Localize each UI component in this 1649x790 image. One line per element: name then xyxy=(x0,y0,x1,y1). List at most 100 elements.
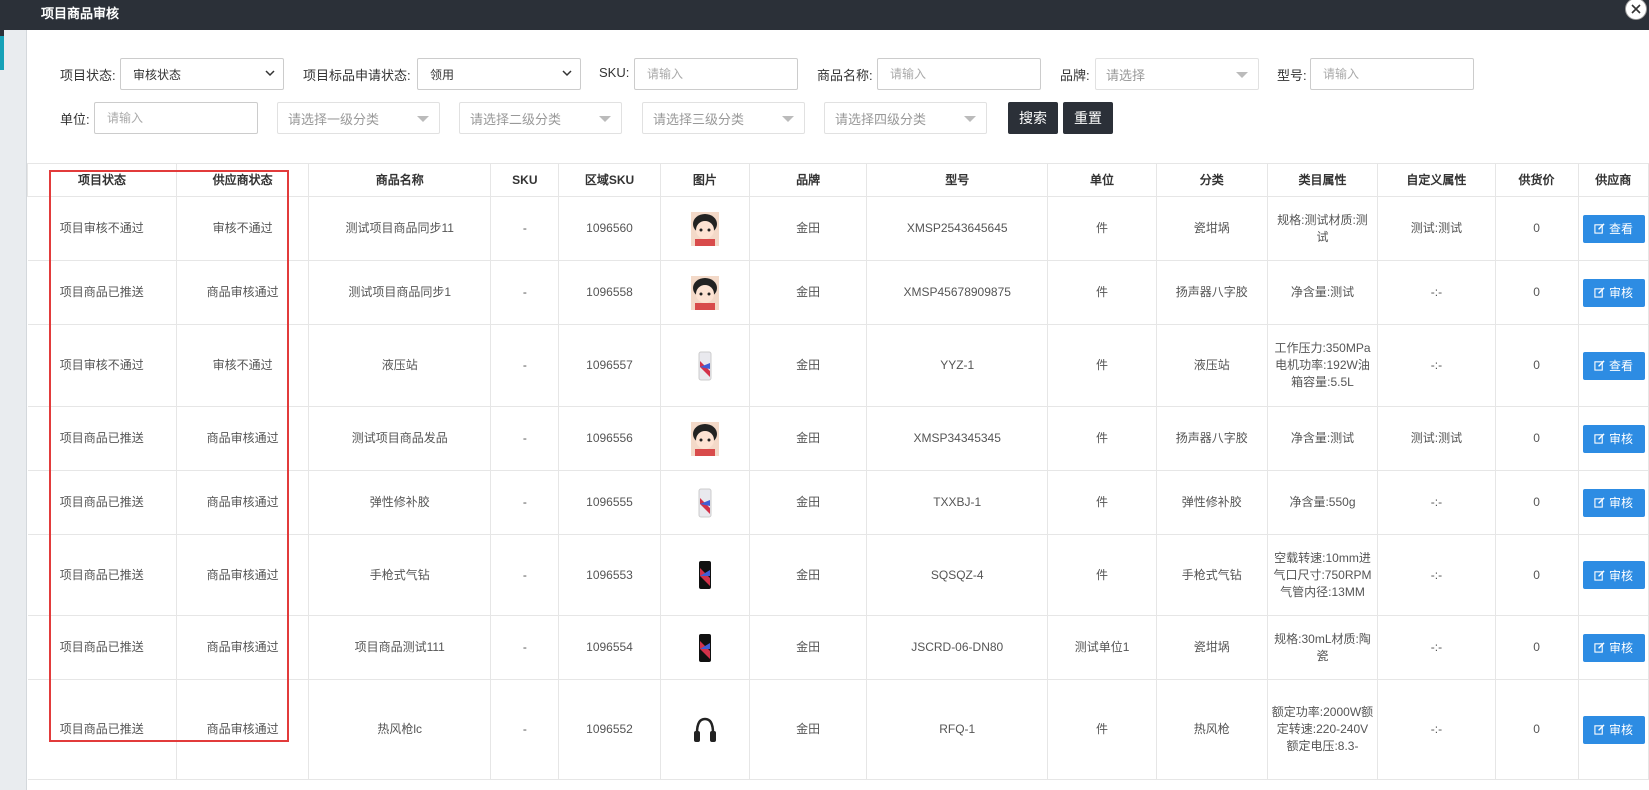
row-sku: - xyxy=(490,196,560,261)
category-level3-select[interactable]: 请选择三级分类 xyxy=(642,102,805,134)
row-sku-text: - xyxy=(522,431,527,445)
row-product-name: 测试项目商品同步1 xyxy=(308,260,492,325)
brand-select[interactable]: 请选择 xyxy=(1095,58,1259,90)
row-product-name: 手枪式气钻 xyxy=(308,534,492,616)
close-icon[interactable] xyxy=(1625,0,1647,20)
row-unit-text: 件 xyxy=(1096,431,1109,445)
product-thumbnail xyxy=(693,717,716,742)
row-product-name-text: 测试项目商品同步11 xyxy=(345,221,454,235)
row-custom-attrs-text: -:- xyxy=(1430,358,1443,372)
row-supplier-status: 商品审核通过 xyxy=(176,406,310,471)
product-thumbnail xyxy=(698,561,711,589)
row-supply-price-text: 0 xyxy=(1533,722,1540,736)
product-thumbnail xyxy=(690,421,719,456)
table-header-row: 项目状态 供应商状态 商品名称 SKU 区域SKU 图片 品牌 型号 单位 分类… xyxy=(26,163,1649,197)
row-unit: 件 xyxy=(1047,196,1157,261)
unit-input[interactable] xyxy=(94,102,258,134)
view-button[interactable]: 查看 xyxy=(1582,214,1645,243)
row-category-attrs: 净含量:550g xyxy=(1266,470,1379,535)
project-status-select[interactable]: 审核状态 xyxy=(120,58,284,90)
row-product-name: 液压站 xyxy=(308,324,492,407)
row-model: SQSQZ-4 xyxy=(866,534,1049,616)
row-product-name: 弹性修补胶 xyxy=(308,470,492,535)
row-category: 瓷坩埚 xyxy=(1155,196,1268,261)
row-brand: 金田 xyxy=(749,196,868,261)
row-region-sku: 1096556 xyxy=(558,406,661,471)
row-category-text: 扬声器八字胶 xyxy=(1175,285,1248,299)
row-sku: - xyxy=(490,615,560,680)
row-category: 瓷坩埚 xyxy=(1155,615,1268,680)
row-brand: 金田 xyxy=(749,324,868,407)
brand-label: 品牌: xyxy=(1060,68,1090,83)
row-category-attrs: 规格:30mL材质:陶瓷 xyxy=(1266,615,1379,680)
action-label: 查看 xyxy=(1609,222,1634,236)
row-supplier-status-text: 商品审核通过 xyxy=(206,567,279,582)
row-unit: 件 xyxy=(1047,679,1157,780)
row-category-attrs: 额定功率:2000W额定转速:220-240V额定电压:8.3- xyxy=(1266,679,1379,780)
product-name-input[interactable] xyxy=(877,58,1041,90)
unit-label: 单位: xyxy=(60,112,90,127)
category-level1-select[interactable]: 请选择一级分类 xyxy=(277,102,440,134)
row-supplier-action: 审核 xyxy=(1577,406,1649,471)
row-custom-attrs-text: -:- xyxy=(1430,640,1443,654)
col-product-name: 商品名称 xyxy=(308,163,492,197)
row-supplier-status-text: 审核不通过 xyxy=(212,358,273,372)
table-row: 项目商品已推送 商品审核通过 测试项目商品发品 - 1096556 金田 XMSP34345… xyxy=(27,406,1649,471)
row-custom-attrs-text: -:- xyxy=(1430,722,1443,736)
row-custom-attrs: -:- xyxy=(1377,324,1496,407)
review-button[interactable]: 审核 xyxy=(1582,278,1645,307)
row-image xyxy=(659,196,751,261)
row-category-attrs-text: 额定功率:2000W额定转速:220-240V额定电压:8.3- xyxy=(1271,705,1374,753)
review-button[interactable]: 审核 xyxy=(1582,424,1645,453)
row-supplier-action: 审核 xyxy=(1577,679,1649,780)
review-button[interactable]: 审核 xyxy=(1582,561,1645,589)
search-button[interactable]: 搜索 xyxy=(1008,102,1058,134)
apply-status-select[interactable]: 领用 xyxy=(417,58,581,90)
product-thumbnail xyxy=(698,351,712,380)
row-image xyxy=(659,406,751,471)
row-category-attrs: 净含量:测试 xyxy=(1266,260,1379,325)
row-image xyxy=(659,679,751,780)
row-supplier-action: 审核 xyxy=(1577,534,1649,616)
view-button[interactable]: 查看 xyxy=(1582,351,1645,380)
table-row: 项目商品已推送 商品审核通过 手枪式气钻 - 1096553 金田 SQSQZ-4 件 手枪式气… xyxy=(27,534,1649,616)
row-supply-price-text: 0 xyxy=(1533,495,1540,509)
action-label: 审核 xyxy=(1609,568,1634,583)
review-button[interactable]: 审核 xyxy=(1582,715,1645,744)
action-label: 审核 xyxy=(1609,723,1634,737)
reset-button[interactable]: 重置 xyxy=(1063,102,1113,134)
row-category: 液压站 xyxy=(1155,324,1268,407)
row-project-status: 项目审核不通过 xyxy=(27,196,178,261)
row-supplier-status: 审核不通过 xyxy=(176,196,310,261)
model-input[interactable] xyxy=(1310,58,1474,90)
col-brand: 品牌 xyxy=(749,163,868,197)
row-custom-attrs: 测试:测试 xyxy=(1377,406,1496,471)
row-category-attrs: 净含量:测试 xyxy=(1266,406,1379,471)
col-supplier-status: 供应商状态 xyxy=(176,163,310,197)
review-button[interactable]: 审核 xyxy=(1582,633,1645,662)
col-region-sku: 区域SKU xyxy=(558,163,661,197)
row-category-attrs-text: 工作压力:350MPa电机功率:192W油箱容量:5.5L xyxy=(1274,341,1371,389)
row-region-sku: 1096560 xyxy=(558,196,661,261)
row-product-name-text: 弹性修补胶 xyxy=(369,495,430,509)
col-custom-attrs: 自定义属性 xyxy=(1377,163,1496,197)
row-sku-text: - xyxy=(522,567,527,582)
row-brand: 金田 xyxy=(749,470,868,535)
row-supplier-status-text: 商品审核通过 xyxy=(206,495,279,509)
row-supplier-status: 审核不通过 xyxy=(176,324,310,407)
product-table: 项目状态 供应商状态 商品名称 SKU 区域SKU 图片 品牌 型号 单位 分类… xyxy=(26,163,1649,780)
category-level4-select[interactable]: 请选择四级分类 xyxy=(824,102,987,134)
row-custom-attrs-text: -:- xyxy=(1430,285,1443,299)
row-project-status: 项目审核不通过 xyxy=(27,324,178,407)
category-level1-placeholder: 请选择一级分类 xyxy=(288,111,380,127)
review-button[interactable]: 审核 xyxy=(1582,488,1645,517)
row-image xyxy=(659,324,751,407)
row-region-sku: 1096557 xyxy=(558,324,661,407)
sku-input[interactable] xyxy=(634,58,798,90)
row-sku-text: - xyxy=(522,285,527,299)
category-level2-select[interactable]: 请选择二级分类 xyxy=(459,102,622,134)
row-product-name: 项目商品测试111 xyxy=(308,615,492,680)
row-unit-text: 测试单位1 xyxy=(1074,640,1130,654)
row-model-text: SQSQZ-4 xyxy=(930,567,984,582)
row-project-status-text: 项目商品已推送 xyxy=(59,567,144,582)
